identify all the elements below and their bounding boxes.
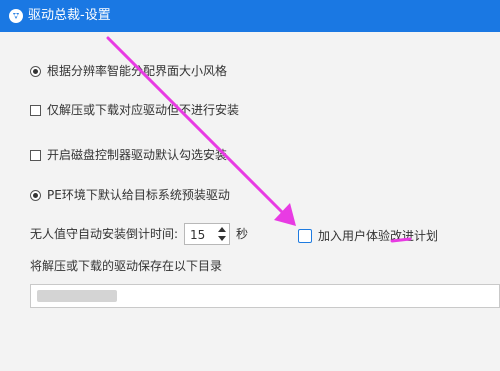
countdown-label: 无人值守自动安装倒计时间:: [30, 227, 179, 241]
auto-size-radio[interactable]: [30, 65, 41, 77]
user-experience-option[interactable]: 加入用户体验改进计划: [298, 228, 438, 244]
countdown-row: 无人值守自动安装倒计时间: 15 秒: [30, 222, 248, 246]
decrement-arrow-icon[interactable]: [217, 234, 227, 243]
user-experience-label: 加入用户体验改进计划: [318, 229, 439, 243]
app-logo-icon: [8, 8, 24, 24]
redacted-path: [37, 290, 117, 302]
pe-preinstall-option[interactable]: PE环境下默认给目标系统预装驱动: [30, 187, 230, 203]
extract-only-checkbox[interactable]: [30, 104, 41, 116]
disk-controller-checkbox[interactable]: [30, 149, 41, 161]
pe-preinstall-label: PE环境下默认给目标系统预装驱动: [47, 188, 230, 202]
auto-size-option[interactable]: 根据分辨率智能分配界面大小风格: [30, 63, 227, 79]
user-experience-checkbox[interactable]: [298, 229, 312, 243]
disk-controller-label: 开启磁盘控制器驱动默认勾选安装: [47, 148, 228, 162]
save-dir-input[interactable]: [30, 284, 500, 308]
countdown-value[interactable]: 15: [190, 227, 205, 243]
pe-preinstall-radio[interactable]: [30, 189, 41, 201]
countdown-unit: 秒: [236, 227, 249, 241]
disk-controller-option[interactable]: 开启磁盘控制器驱动默认勾选安装: [30, 147, 227, 163]
window-title: 驱动总裁-设置: [28, 8, 111, 23]
auto-size-label: 根据分辨率智能分配界面大小风格: [47, 64, 228, 78]
extract-only-label: 仅解压或下载对应驱动但不进行安装: [47, 103, 240, 117]
settings-panel: 根据分辨率智能分配界面大小风格 仅解压或下载对应驱动但不进行安装 开启磁盘控制器…: [0, 32, 500, 371]
increment-arrow-icon[interactable]: [217, 225, 227, 234]
save-dir-label: 将解压或下载的驱动保存在以下目录: [30, 259, 223, 273]
extract-only-option[interactable]: 仅解压或下载对应驱动但不进行安装: [30, 102, 239, 118]
countdown-stepper[interactable]: 15: [184, 223, 231, 245]
title-bar: 驱动总裁-设置: [0, 0, 500, 32]
